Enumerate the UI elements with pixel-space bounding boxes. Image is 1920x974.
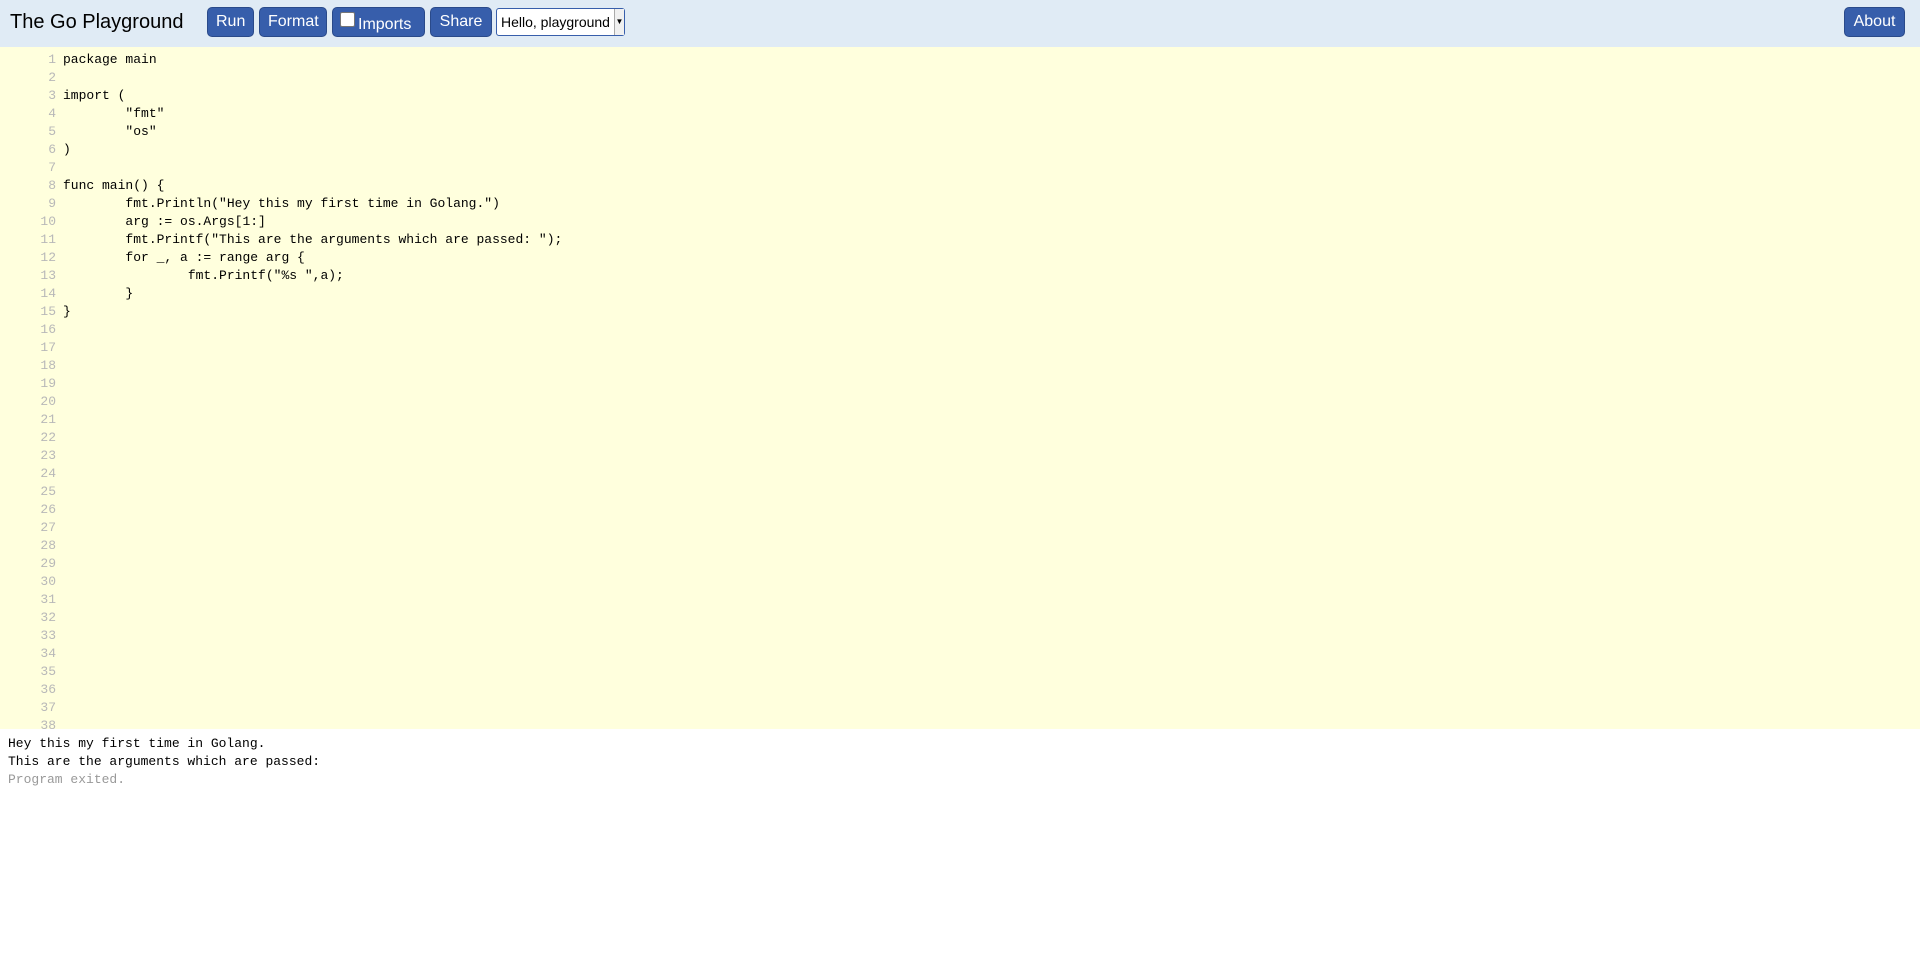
line-number: 21 [40,412,56,427]
examples-selected-value: Hello, playground [501,14,610,30]
line-number: 31 [40,592,56,607]
line-number: 3 [48,88,56,103]
line-number: 35 [40,664,56,679]
line-number: 2 [48,70,56,85]
line-number: 19 [40,376,56,391]
line-number: 8 [48,178,56,193]
line-number: 10 [40,214,56,229]
output-line: This are the arguments which are passed: [8,754,328,769]
line-number: 23 [40,448,56,463]
line-number: 13 [40,268,56,283]
line-number: 12 [40,250,56,265]
line-number: 36 [40,682,56,697]
program-status: Program exited. [8,772,126,787]
imports-label: Imports [358,16,412,33]
code-text[interactable]: package main import ( "fmt" "os" ) func … [63,51,562,321]
chevron-down-icon[interactable]: ▼ [614,9,624,35]
line-number: 9 [48,196,56,211]
imports-checkbox[interactable] [340,12,355,27]
line-number: 6 [48,142,56,157]
run-button[interactable]: Run [207,7,254,37]
line-number: 25 [40,484,56,499]
examples-select[interactable]: Hello, playground ▼ [496,8,625,36]
line-number: 5 [48,124,56,139]
output-lines: Hey this my first time in Golang. This ar… [8,735,1912,771]
line-number: 16 [40,322,56,337]
about-button[interactable]: About [1844,7,1905,37]
output-line: Hey this my first time in Golang. [8,736,266,751]
format-button[interactable]: Format [259,7,327,37]
line-number: 38 [40,718,56,729]
line-number: 26 [40,502,56,517]
output-panel: Hey this my first time in Golang. This ar… [0,729,1920,974]
line-number: 11 [40,232,56,247]
line-numbers: 1 2 3 4 5 6 7 8 9 10 11 12 13 14 15 16 17 18 19 20 21 22 23 24 2… [0,51,56,729]
line-number: 24 [40,466,56,481]
line-number: 4 [48,106,56,121]
line-number: 20 [40,394,56,409]
line-number: 22 [40,430,56,445]
code-editor[interactable]: 1 2 3 4 5 6 7 8 9 10 11 12 13 14 15 16 17 18 19 20 21 22 23 24 2… [0,47,1920,729]
page-title: The Go Playground [10,11,184,33]
line-number: 27 [40,520,56,535]
line-number: 33 [40,628,56,643]
line-number: 14 [40,286,56,301]
line-number: 1 [48,52,56,67]
line-number: 17 [40,340,56,355]
share-button[interactable]: Share [430,7,492,37]
line-number: 34 [40,646,56,661]
line-number: 7 [48,160,56,175]
line-number: 32 [40,610,56,625]
line-number: 15 [40,304,56,319]
line-number: 30 [40,574,56,589]
header-bar: The Go Playground Run Format Imports Sha… [0,0,1920,47]
imports-toggle[interactable]: Imports [332,7,425,37]
line-number: 29 [40,556,56,571]
line-number: 37 [40,700,56,715]
line-number: 28 [40,538,56,553]
line-number: 18 [40,358,56,373]
